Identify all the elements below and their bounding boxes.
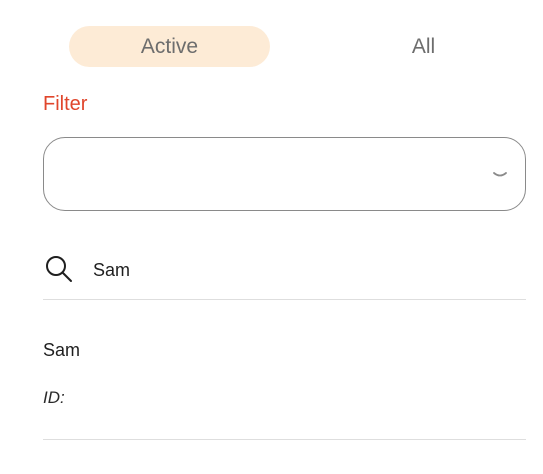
status-tabs: Active All xyxy=(0,0,543,92)
result-name: Sam xyxy=(43,340,81,360)
tab-active[interactable]: Active xyxy=(69,26,270,67)
filter-label: Filter xyxy=(43,93,88,115)
result-id-label: ID: xyxy=(43,388,65,407)
tab-all[interactable]: All xyxy=(323,26,524,67)
search-input[interactable] xyxy=(93,256,513,284)
search-icon xyxy=(46,256,72,282)
filter-dropdown[interactable] xyxy=(43,137,526,211)
list-item[interactable]: Sam ID: xyxy=(43,330,526,440)
chevron-down-icon xyxy=(493,172,507,177)
search-bar xyxy=(43,244,526,300)
